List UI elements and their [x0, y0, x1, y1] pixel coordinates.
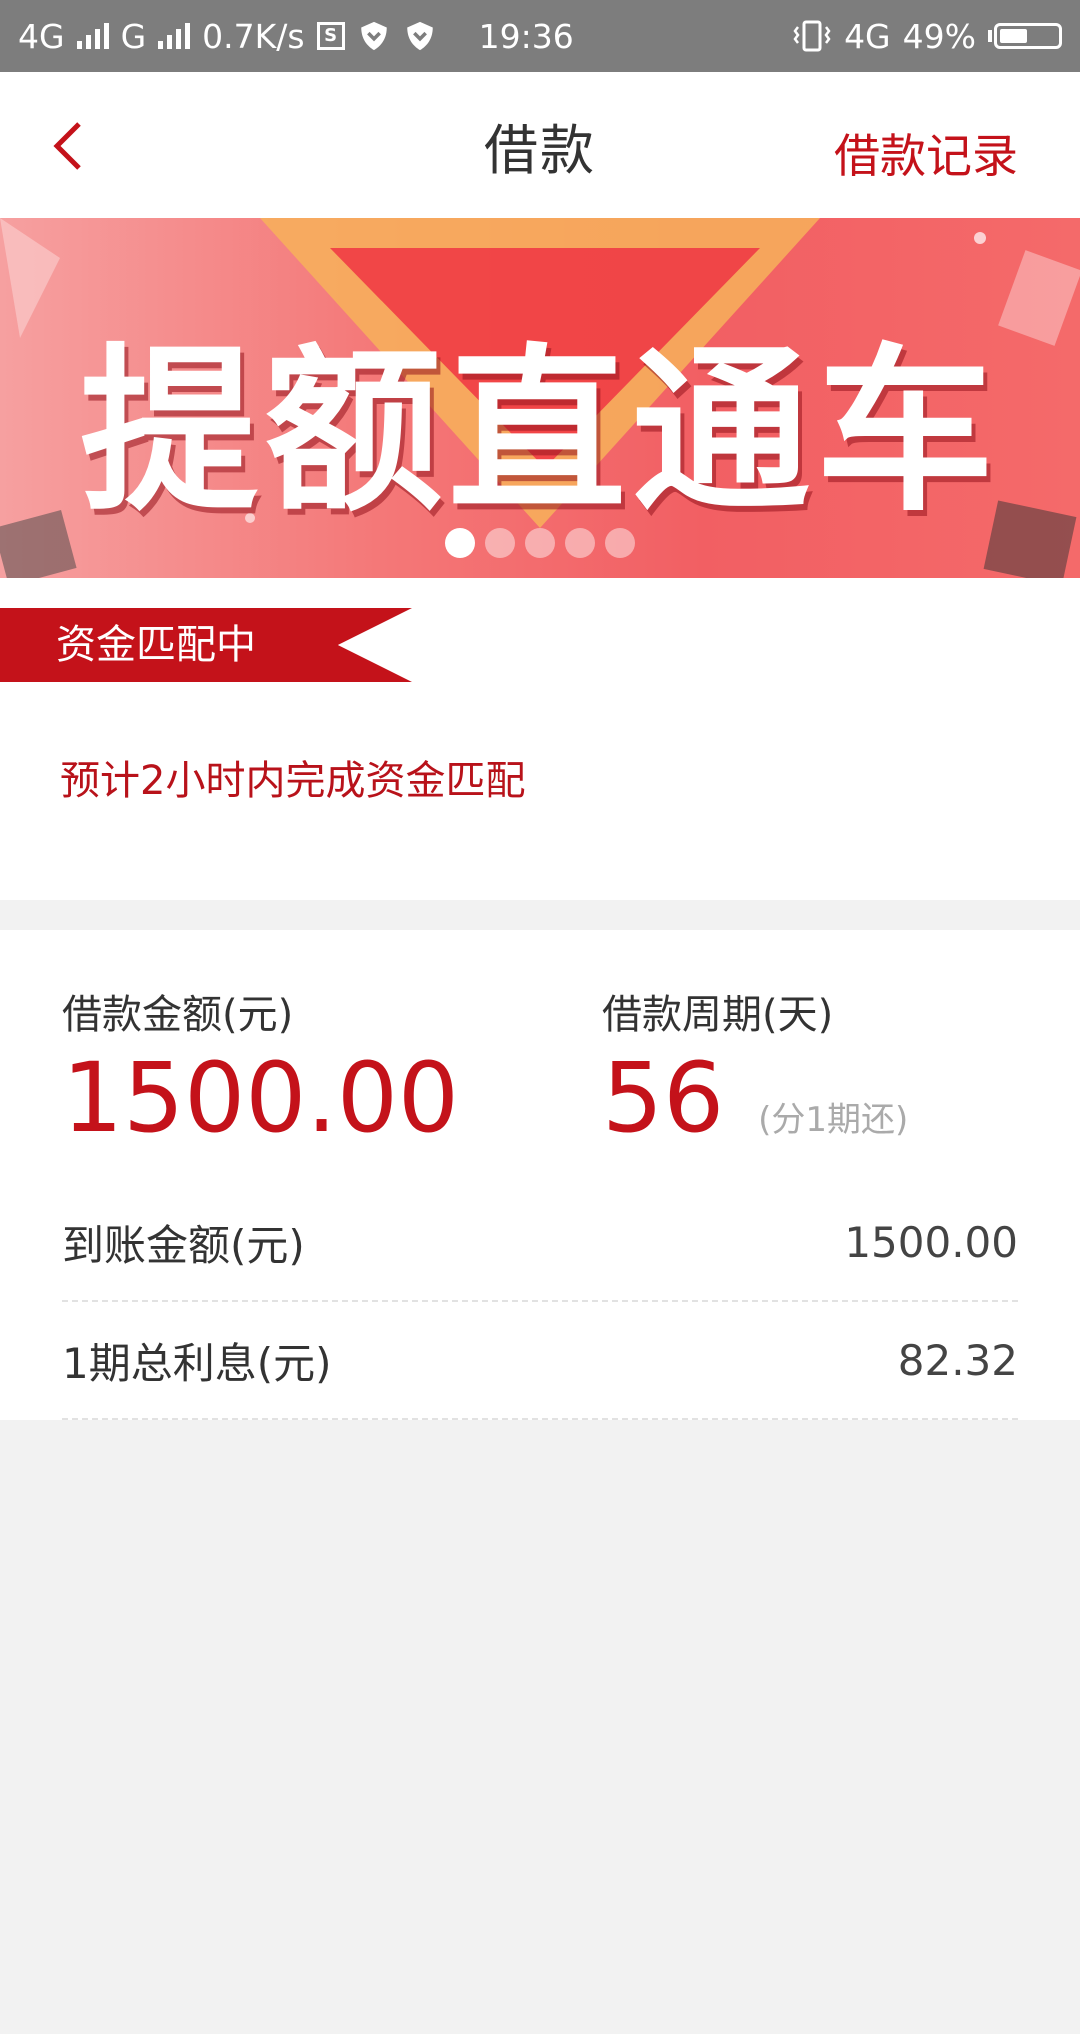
nav-bar: 借款 借款记录 — [0, 72, 1080, 218]
total-interest-value: 82.32 — [897, 1335, 1018, 1385]
signal-icon-2 — [158, 23, 191, 49]
status-bar: 4G G 0.7K/s S 19:36 4G 49% — [0, 0, 1080, 72]
promo-banner[interactable]: 提额直通车 — [0, 218, 1080, 578]
battery-percent: 49% — [902, 16, 976, 56]
carousel-dot[interactable] — [445, 528, 475, 558]
status-badge: 资金匹配中 — [0, 608, 412, 682]
carousel-dot[interactable] — [605, 528, 635, 558]
match-status-card: 资金匹配中 预计2小时内完成资金匹配 — [0, 578, 1080, 900]
s-app-icon: S — [316, 22, 345, 50]
shield-icon-2 — [406, 21, 433, 51]
loan-period-value: 56 — [602, 1042, 725, 1154]
received-amount-value: 1500.00 — [844, 1217, 1018, 1267]
shield-icon — [360, 21, 387, 51]
network-type-3: 4G — [844, 16, 891, 56]
signal-icon — [76, 23, 109, 49]
loan-period-block: 借款周期(天) 56 (分1期还) — [602, 982, 1018, 1184]
network-type-2: G — [120, 16, 147, 56]
received-amount-label: 到账金额(元) — [62, 1220, 305, 1270]
received-amount-row: 到账金额(元) 1500.00 — [62, 1184, 1018, 1302]
installment-note: (分1期还) — [758, 1100, 909, 1140]
loan-summary: 借款金额(元) 1500.00 借款周期(天) 56 (分1期还) — [62, 930, 1018, 1184]
carousel-dot[interactable] — [565, 528, 595, 558]
loan-period-label: 借款周期(天) — [602, 992, 834, 1038]
loan-details: 借款金额(元) 1500.00 借款周期(天) 56 (分1期还) 到账金额(元… — [0, 930, 1080, 1420]
loan-amount-block: 借款金额(元) 1500.00 — [62, 982, 602, 1184]
vibrate-icon — [793, 20, 831, 52]
carousel-dot[interactable] — [485, 528, 515, 558]
total-interest-row: 1期总利息(元) 82.32 — [62, 1302, 1018, 1420]
total-interest-label: 1期总利息(元) — [62, 1338, 332, 1388]
loan-amount-label: 借款金额(元) — [62, 992, 294, 1038]
status-left: 4G G 0.7K/s S 19:36 — [18, 17, 574, 56]
banner-headline: 提额直通车 — [80, 328, 1000, 535]
carousel-indicator — [445, 528, 635, 558]
carousel-dot[interactable] — [525, 528, 555, 558]
status-right: 4G 49% — [792, 17, 1062, 56]
clock: 19:36 — [478, 16, 574, 56]
chevron-left-icon — [53, 122, 81, 170]
network-type-1: 4G — [18, 16, 65, 56]
back-button[interactable] — [38, 116, 98, 176]
page-title: 借款 — [484, 118, 596, 182]
loan-records-link[interactable]: 借款记录 — [834, 120, 1018, 186]
network-speed: 0.7K/s — [202, 16, 305, 56]
battery-icon — [988, 23, 1062, 49]
loan-amount-value: 1500.00 — [62, 1042, 459, 1154]
status-message: 预计2小时内完成资金匹配 — [60, 758, 526, 804]
